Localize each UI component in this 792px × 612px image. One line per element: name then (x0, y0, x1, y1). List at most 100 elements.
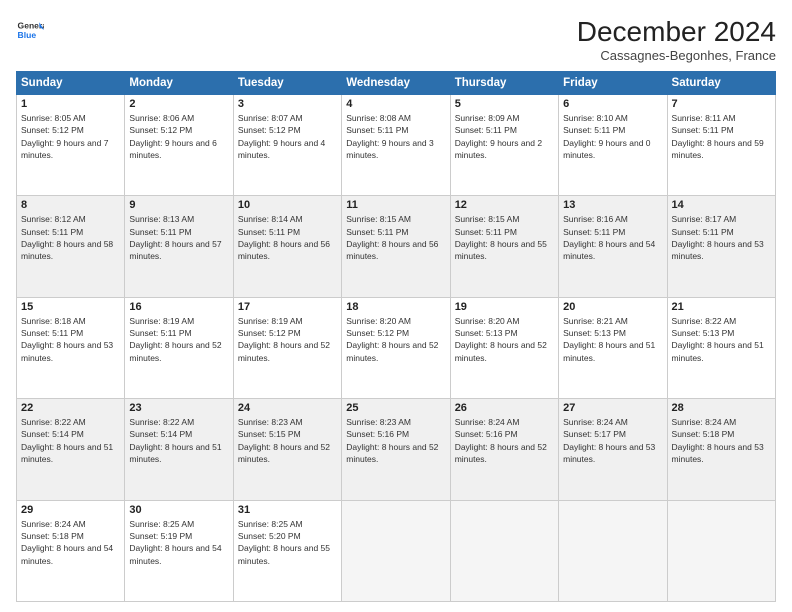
day-number: 6 (563, 98, 662, 110)
calendar-cell: 7 Sunrise: 8:11 AMSunset: 5:11 PMDaylight… (667, 95, 775, 196)
day-number: 21 (672, 301, 771, 313)
day-info: Sunrise: 8:08 AMSunset: 5:11 PMDaylight:… (346, 112, 445, 161)
day-info: Sunrise: 8:12 AMSunset: 5:11 PMDaylight:… (21, 213, 120, 262)
weekday-tuesday: Tuesday (233, 72, 341, 95)
day-number: 5 (455, 98, 554, 110)
calendar-cell: 12 Sunrise: 8:15 AMSunset: 5:11 PMDayligh… (450, 196, 558, 297)
day-info: Sunrise: 8:05 AMSunset: 5:12 PMDaylight:… (21, 112, 120, 161)
day-number: 2 (129, 98, 228, 110)
calendar-cell: 21 Sunrise: 8:22 AMSunset: 5:13 PMDayligh… (667, 297, 775, 398)
day-number: 18 (346, 301, 445, 313)
day-info: Sunrise: 8:24 AMSunset: 5:18 PMDaylight:… (21, 518, 120, 567)
calendar-cell: 9Sunrise: 8:13 AMSunset: 5:11 PMDaylight… (125, 196, 233, 297)
day-info: Sunrise: 8:18 AMSunset: 5:11 PMDaylight:… (21, 315, 120, 364)
calendar-cell: 31 Sunrise: 8:25 AMSunset: 5:20 PMDayligh… (233, 500, 341, 601)
day-info: Sunrise: 8:19 AMSunset: 5:12 PMDaylight:… (238, 315, 337, 364)
day-info: Sunrise: 8:13 AMSunset: 5:11 PMDaylight:… (129, 213, 228, 262)
calendar-cell: 27 Sunrise: 8:24 AMSunset: 5:17 PMDayligh… (559, 399, 667, 500)
calendar-cell: 23Sunrise: 8:22 AMSunset: 5:14 PMDayligh… (125, 399, 233, 500)
day-number: 7 (672, 98, 771, 110)
day-number: 27 (563, 402, 662, 414)
weekday-wednesday: Wednesday (342, 72, 450, 95)
week-row-3: 15Sunrise: 8:18 AMSunset: 5:11 PMDayligh… (17, 297, 776, 398)
day-number: 28 (672, 402, 771, 414)
calendar-cell: 8 Sunrise: 8:12 AMSunset: 5:11 PMDaylight… (17, 196, 125, 297)
calendar-cell: 14 Sunrise: 8:17 AMSunset: 5:11 PMDayligh… (667, 196, 775, 297)
calendar-cell: 13 Sunrise: 8:16 AMSunset: 5:11 PMDayligh… (559, 196, 667, 297)
day-number: 29 (21, 504, 120, 516)
calendar-cell: 25Sunrise: 8:23 AMSunset: 5:16 PMDayligh… (342, 399, 450, 500)
day-info: Sunrise: 8:24 AMSunset: 5:16 PMDaylight:… (455, 416, 554, 465)
day-number: 30 (129, 504, 228, 516)
calendar-cell (667, 500, 775, 601)
day-number: 13 (563, 199, 662, 211)
title-block: December 2024 Cassagnes-Begonhes, France (577, 16, 776, 63)
calendar-cell: 22 Sunrise: 8:22 AMSunset: 5:14 PMDayligh… (17, 399, 125, 500)
calendar-cell: 16 Sunrise: 8:19 AMSunset: 5:11 PMDayligh… (125, 297, 233, 398)
week-row-5: 29 Sunrise: 8:24 AMSunset: 5:18 PMDayligh… (17, 500, 776, 601)
day-info: Sunrise: 8:23 AMSunset: 5:15 PMDaylight:… (238, 416, 337, 465)
month-title: December 2024 (577, 16, 776, 48)
day-info: Sunrise: 8:19 AMSunset: 5:11 PMDaylight:… (129, 315, 228, 364)
calendar-cell: 1 Sunrise: 8:05 AMSunset: 5:12 PMDaylight… (17, 95, 125, 196)
weekday-sunday: Sunday (17, 72, 125, 95)
day-info: Sunrise: 8:25 AMSunset: 5:19 PMDaylight:… (129, 518, 228, 567)
day-info: Sunrise: 8:25 AMSunset: 5:20 PMDaylight:… (238, 518, 337, 567)
day-info: Sunrise: 8:09 AMSunset: 5:11 PMDaylight:… (455, 112, 554, 161)
calendar-cell (342, 500, 450, 601)
day-info: Sunrise: 8:14 AMSunset: 5:11 PMDaylight:… (238, 213, 337, 262)
day-info: Sunrise: 8:24 AMSunset: 5:17 PMDaylight:… (563, 416, 662, 465)
day-info: Sunrise: 8:15 AMSunset: 5:11 PMDaylight:… (455, 213, 554, 262)
day-number: 20 (563, 301, 662, 313)
day-number: 17 (238, 301, 337, 313)
calendar-cell: 29 Sunrise: 8:24 AMSunset: 5:18 PMDayligh… (17, 500, 125, 601)
calendar-cell: 24 Sunrise: 8:23 AMSunset: 5:15 PMDayligh… (233, 399, 341, 500)
day-info: Sunrise: 8:07 AMSunset: 5:12 PMDaylight:… (238, 112, 337, 161)
week-row-2: 8 Sunrise: 8:12 AMSunset: 5:11 PMDaylight… (17, 196, 776, 297)
day-info: Sunrise: 8:15 AMSunset: 5:11 PMDaylight:… (346, 213, 445, 262)
day-number: 31 (238, 504, 337, 516)
header: General Blue December 2024 Cassagnes-Beg… (16, 16, 776, 63)
calendar-cell: 26 Sunrise: 8:24 AMSunset: 5:16 PMDayligh… (450, 399, 558, 500)
week-row-4: 22 Sunrise: 8:22 AMSunset: 5:14 PMDayligh… (17, 399, 776, 500)
location: Cassagnes-Begonhes, France (577, 48, 776, 63)
day-number: 16 (129, 301, 228, 313)
calendar-cell: 10Sunrise: 8:14 AMSunset: 5:11 PMDayligh… (233, 196, 341, 297)
calendar-cell: 20 Sunrise: 8:21 AMSunset: 5:13 PMDayligh… (559, 297, 667, 398)
day-number: 22 (21, 402, 120, 414)
calendar-cell: 17 Sunrise: 8:19 AMSunset: 5:12 PMDayligh… (233, 297, 341, 398)
day-number: 14 (672, 199, 771, 211)
calendar-cell: 19Sunrise: 8:20 AMSunset: 5:13 PMDayligh… (450, 297, 558, 398)
page: General Blue December 2024 Cassagnes-Beg… (0, 0, 792, 612)
day-info: Sunrise: 8:11 AMSunset: 5:11 PMDaylight:… (672, 112, 771, 161)
weekday-friday: Friday (559, 72, 667, 95)
day-info: Sunrise: 8:21 AMSunset: 5:13 PMDaylight:… (563, 315, 662, 364)
day-number: 24 (238, 402, 337, 414)
day-number: 26 (455, 402, 554, 414)
calendar-cell (559, 500, 667, 601)
day-info: Sunrise: 8:16 AMSunset: 5:11 PMDaylight:… (563, 213, 662, 262)
generalblue-icon: General Blue (16, 16, 44, 44)
day-info: Sunrise: 8:10 AMSunset: 5:11 PMDaylight:… (563, 112, 662, 161)
day-number: 12 (455, 199, 554, 211)
svg-text:Blue: Blue (18, 30, 37, 40)
weekday-monday: Monday (125, 72, 233, 95)
calendar-cell: 2Sunrise: 8:06 AMSunset: 5:12 PMDaylight… (125, 95, 233, 196)
calendar-cell: 28 Sunrise: 8:24 AMSunset: 5:18 PMDayligh… (667, 399, 775, 500)
day-number: 1 (21, 98, 120, 110)
day-number: 19 (455, 301, 554, 313)
day-info: Sunrise: 8:22 AMSunset: 5:14 PMDaylight:… (129, 416, 228, 465)
day-info: Sunrise: 8:24 AMSunset: 5:18 PMDaylight:… (672, 416, 771, 465)
day-number: 8 (21, 199, 120, 211)
day-info: Sunrise: 8:22 AMSunset: 5:14 PMDaylight:… (21, 416, 120, 465)
day-number: 4 (346, 98, 445, 110)
day-info: Sunrise: 8:17 AMSunset: 5:11 PMDaylight:… (672, 213, 771, 262)
calendar-table: SundayMondayTuesdayWednesdayThursdayFrid… (16, 71, 776, 602)
calendar-cell: 5 Sunrise: 8:09 AMSunset: 5:11 PMDaylight… (450, 95, 558, 196)
calendar-cell: 15Sunrise: 8:18 AMSunset: 5:11 PMDayligh… (17, 297, 125, 398)
day-info: Sunrise: 8:22 AMSunset: 5:13 PMDaylight:… (672, 315, 771, 364)
calendar-cell (450, 500, 558, 601)
weekday-thursday: Thursday (450, 72, 558, 95)
weekday-header-row: SundayMondayTuesdayWednesdayThursdayFrid… (17, 72, 776, 95)
day-info: Sunrise: 8:20 AMSunset: 5:12 PMDaylight:… (346, 315, 445, 364)
